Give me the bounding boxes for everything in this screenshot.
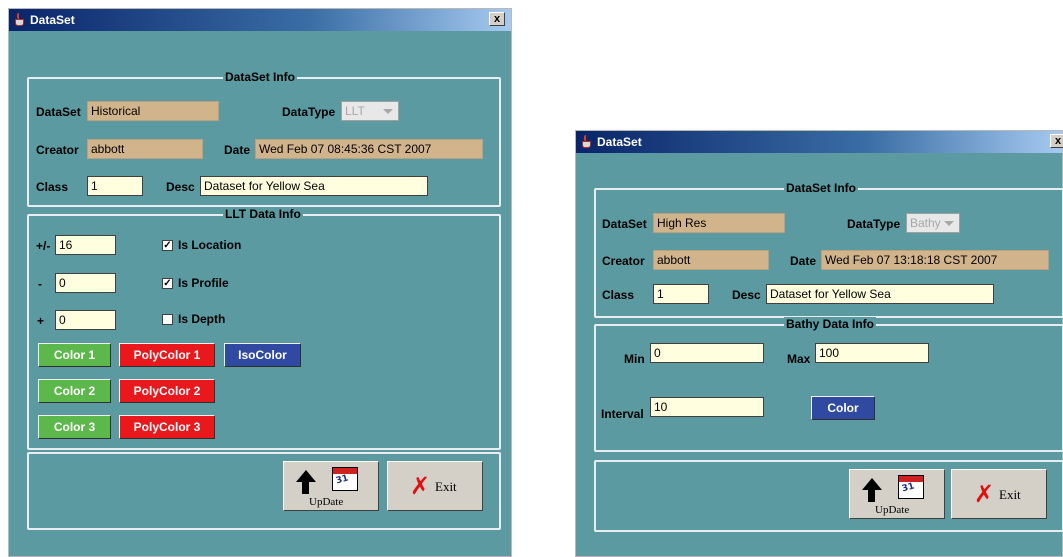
exit-label: Exit bbox=[999, 487, 1021, 502]
up-arrow-stem bbox=[868, 490, 875, 502]
creator-label: Creator bbox=[36, 143, 79, 157]
exit-button[interactable]: ✗ Exit bbox=[951, 469, 1047, 519]
update-button[interactable]: 31 UpDate bbox=[283, 461, 379, 511]
polycolor3-button[interactable]: PolyColor 3 bbox=[119, 415, 215, 439]
update-label: UpDate bbox=[875, 504, 910, 516]
datatype-select[interactable]: Bathy bbox=[906, 213, 960, 233]
class-field[interactable]: 1 bbox=[653, 284, 709, 304]
is-depth-checkbox[interactable]: Is Depth bbox=[162, 312, 225, 326]
color-button[interactable]: Color bbox=[811, 396, 875, 420]
max-label: Max bbox=[787, 352, 811, 366]
date-field[interactable]: Wed Feb 07 13:18:18 CST 2007 bbox=[821, 250, 1049, 270]
checkbox-unchecked-icon bbox=[162, 313, 173, 325]
exit-label: Exit bbox=[435, 479, 457, 494]
color2-button[interactable]: Color 2 bbox=[38, 379, 111, 403]
group-title: DataSet Info bbox=[223, 70, 298, 84]
datatype-value: LLT bbox=[345, 104, 365, 118]
plus-field[interactable]: 0 bbox=[55, 310, 116, 330]
title-bar[interactable]: DataSet bbox=[576, 131, 1062, 153]
plus-minus-field[interactable]: 16 bbox=[55, 235, 116, 255]
isocolor-button[interactable]: IsoColor bbox=[224, 343, 301, 367]
date-label: Date bbox=[224, 143, 251, 157]
datatype-label: DataType bbox=[282, 105, 336, 119]
group-title: Bathy Data Info bbox=[784, 317, 877, 331]
exit-button[interactable]: ✗ Exit bbox=[387, 461, 483, 511]
interval-field[interactable]: 10 bbox=[650, 397, 764, 417]
date-field[interactable]: Wed Feb 07 08:45:36 CST 2007 bbox=[255, 139, 483, 159]
class-label: Class bbox=[602, 288, 635, 302]
desc-field[interactable]: Dataset for Yellow Sea bbox=[766, 284, 994, 304]
dataset-label: DataSet bbox=[36, 105, 81, 119]
exit-icon: ✗ bbox=[974, 480, 995, 508]
up-arrow-stem bbox=[302, 482, 309, 494]
window-title: DataSet bbox=[30, 13, 75, 27]
max-field[interactable]: 100 bbox=[815, 343, 929, 363]
group-title: DataSet Info bbox=[784, 181, 859, 195]
close-icon[interactable]: x bbox=[489, 12, 505, 26]
polycolor2-button[interactable]: PolyColor 2 bbox=[119, 379, 215, 403]
calendar-icon: 31 bbox=[898, 475, 924, 499]
color1-button[interactable]: Color 1 bbox=[38, 343, 111, 367]
calendar-icon: 31 bbox=[332, 467, 358, 491]
checkbox-checked-icon: ✓ bbox=[162, 277, 173, 289]
update-label: UpDate bbox=[309, 496, 344, 508]
polycolor1-button[interactable]: PolyColor 1 bbox=[119, 343, 215, 367]
desc-field[interactable]: Dataset for Yellow Sea bbox=[200, 176, 428, 196]
minus-label: - bbox=[38, 277, 42, 291]
java-icon bbox=[580, 135, 594, 149]
datatype-label: DataType bbox=[847, 217, 901, 231]
date-label: Date bbox=[790, 254, 817, 268]
creator-field[interactable]: abbott bbox=[87, 139, 203, 159]
class-label: Class bbox=[36, 180, 69, 194]
chevron-down-icon bbox=[944, 220, 954, 226]
creator-label: Creator bbox=[602, 254, 645, 268]
dataset-label: DataSet bbox=[602, 217, 647, 231]
title-bar[interactable]: DataSet bbox=[9, 9, 511, 31]
up-arrow-icon bbox=[862, 478, 882, 490]
min-field[interactable]: 0 bbox=[650, 343, 764, 363]
dataset-field[interactable]: High Res bbox=[653, 213, 785, 233]
min-label: Min bbox=[624, 352, 645, 366]
is-profile-checkbox[interactable]: ✓ Is Profile bbox=[162, 276, 229, 290]
creator-field[interactable]: abbott bbox=[653, 250, 769, 270]
window-title: DataSet bbox=[597, 135, 642, 149]
update-button[interactable]: 31 UpDate bbox=[849, 469, 945, 519]
dataset-window-bathy: DataSet x DataSet Info DataSet High Res … bbox=[575, 130, 1063, 557]
desc-label: Desc bbox=[166, 180, 195, 194]
dataset-window-llt: DataSet x DataSet Info DataSet Historica… bbox=[8, 8, 512, 557]
datatype-select[interactable]: LLT bbox=[341, 101, 399, 121]
close-icon[interactable]: x bbox=[1050, 134, 1063, 148]
exit-icon: ✗ bbox=[410, 472, 431, 500]
java-icon bbox=[13, 13, 27, 27]
chevron-down-icon bbox=[383, 108, 393, 114]
class-field[interactable]: 1 bbox=[87, 176, 143, 196]
is-depth-label: Is Depth bbox=[178, 312, 226, 326]
plus-minus-label: +/- bbox=[36, 239, 51, 253]
is-profile-label: Is Profile bbox=[178, 276, 229, 290]
checkbox-checked-icon: ✓ bbox=[162, 239, 173, 251]
minus-field[interactable]: 0 bbox=[55, 273, 116, 293]
color3-button[interactable]: Color 3 bbox=[38, 415, 111, 439]
desc-label: Desc bbox=[732, 288, 761, 302]
group-title: LLT Data Info bbox=[223, 207, 303, 221]
interval-label: Interval bbox=[601, 407, 644, 421]
dataset-field[interactable]: Historical bbox=[87, 101, 219, 121]
plus-label: + bbox=[37, 314, 45, 328]
is-location-label: Is Location bbox=[178, 238, 242, 252]
up-arrow-icon bbox=[296, 470, 316, 482]
is-location-checkbox[interactable]: ✓ Is Location bbox=[162, 238, 241, 252]
datatype-value: Bathy bbox=[910, 216, 941, 230]
